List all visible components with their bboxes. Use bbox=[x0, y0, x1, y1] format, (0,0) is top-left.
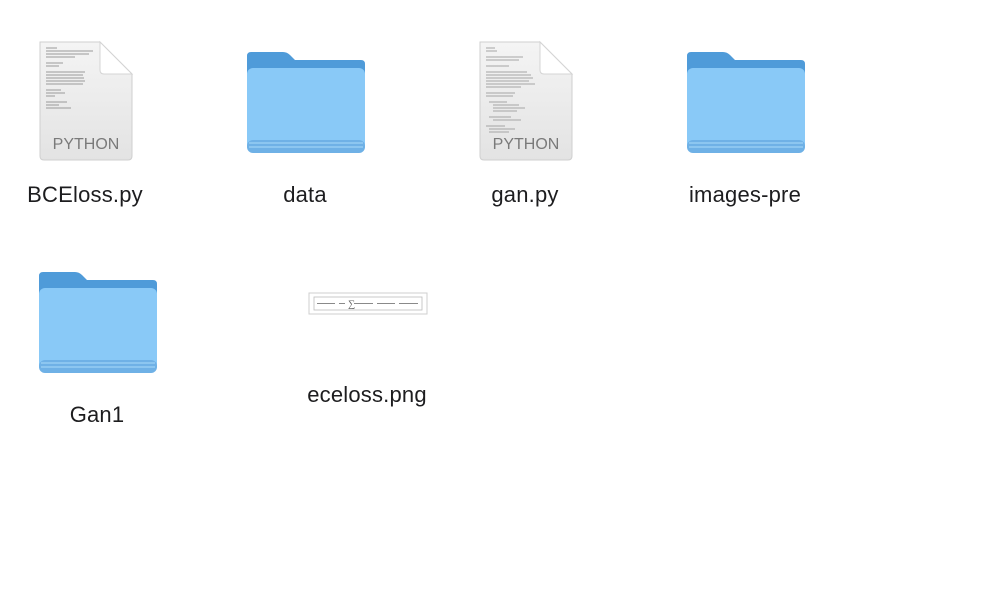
file-label: gan.py bbox=[491, 182, 559, 207]
folder-item-images-pre[interactable]: images-pre bbox=[655, 40, 835, 215]
folder-label: images-pre bbox=[688, 182, 802, 207]
folder-icon bbox=[7, 260, 187, 390]
python-badge: PYTHON bbox=[53, 136, 120, 153]
python-file-icon: PYTHON bbox=[0, 40, 175, 170]
folder-icon bbox=[655, 40, 835, 170]
file-label: BCEloss.py bbox=[27, 182, 143, 207]
file-item-bceloss[interactable]: PYTHON BCEloss.py bbox=[0, 40, 175, 215]
folder-item-gan1[interactable]: Gan1 bbox=[7, 260, 187, 435]
folder-icon bbox=[215, 40, 395, 170]
file-label: eceloss.png bbox=[307, 382, 427, 407]
file-item-eceloss[interactable]: ∑ eceloss.png bbox=[277, 260, 457, 435]
python-badge: PYTHON bbox=[493, 136, 560, 153]
svg-text:∑: ∑ bbox=[348, 299, 355, 310]
file-item-gan[interactable]: PYTHON gan.py bbox=[435, 40, 615, 215]
python-file-icon: PYTHON bbox=[435, 40, 615, 170]
finder-icon-view: PYTHON BCEloss.py data PYTHON gan.py ima… bbox=[0, 0, 1000, 606]
folder-label: Gan1 bbox=[69, 402, 125, 427]
folder-item-data[interactable]: data bbox=[215, 40, 395, 215]
image-thumbnail-icon: ∑ bbox=[277, 260, 457, 390]
folder-label: data bbox=[283, 182, 327, 207]
